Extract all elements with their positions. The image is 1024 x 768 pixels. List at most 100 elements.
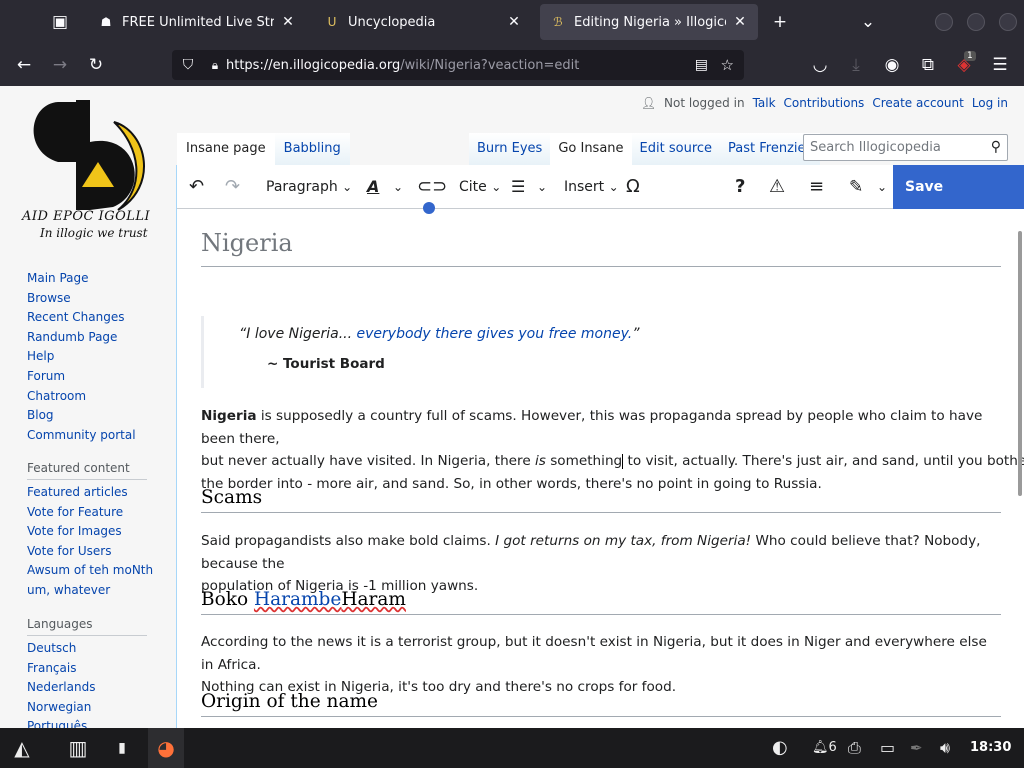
page-options-icon[interactable]: ≡ [809, 165, 824, 209]
close-tab-icon[interactable]: ✕ [280, 14, 296, 30]
download-icon[interactable]: ⤓ [844, 53, 868, 77]
save-changes-button[interactable]: Save changes... [893, 165, 1024, 239]
nav-featured-articles[interactable]: Featured articles [27, 483, 153, 503]
search-input[interactable]: Search Illogicopedia ⚲ [803, 134, 1008, 161]
maximize-button[interactable] [967, 13, 985, 31]
tab-edit-source[interactable]: Edit source [631, 133, 721, 165]
nav-um-whatever[interactable]: um, whatever [27, 581, 153, 601]
chevron-down-icon[interactable]: ⌄ [856, 10, 880, 34]
chevron-down-icon[interactable]: ⌄ [877, 165, 887, 209]
lock-icon[interactable]: 🔒︎ [204, 58, 226, 73]
nav-recent-changes[interactable]: Recent Changes [27, 308, 136, 328]
nav-vote-users[interactable]: Vote for Users [27, 542, 153, 562]
close-window-button[interactable] [999, 13, 1017, 31]
boko-paragraph[interactable]: According to the news it is a terrorist … [201, 631, 1001, 699]
tab-insane-page[interactable]: Insane page [177, 133, 275, 165]
sidebar: AID EPOC IGOLLI In illogic we trust Main… [0, 86, 176, 728]
featured-heading: Featured content [27, 461, 130, 475]
text-style-icon[interactable]: A [367, 165, 379, 209]
system-clock[interactable]: 18:30 [970, 728, 1011, 768]
pen-icon[interactable]: ✒ [910, 728, 923, 768]
edit-mode-pencil-icon[interactable]: ✎ [849, 165, 863, 209]
tab-burn-eyes[interactable]: Burn Eyes [469, 133, 551, 165]
back-arrow-icon[interactable]: ← [12, 53, 36, 77]
tab-list-icon[interactable]: ▣ [48, 10, 72, 34]
terminal-icon[interactable]: ▮ [108, 728, 136, 768]
firefox-icon[interactable]: ◕ [148, 728, 184, 768]
blockquote[interactable]: “I love Nigeria... everybody there gives… [201, 316, 981, 388]
obs-icon[interactable]: ◐ [772, 728, 796, 768]
special-character-icon[interactable]: Ω [626, 165, 640, 209]
address-bar[interactable]: ⛉ 🔒︎ https://en.illogicopedia.org/wiki/N… [172, 50, 744, 80]
nav-random-page[interactable]: Randumb Page [27, 328, 136, 348]
section-heading-scams[interactable]: Scams [201, 487, 1001, 513]
display-icon[interactable]: ▭ [880, 728, 895, 768]
nav-help[interactable]: Help [27, 347, 136, 367]
close-tab-icon[interactable]: ✕ [732, 14, 748, 30]
pocket-icon[interactable]: ◡ [808, 53, 832, 77]
nav-vote-feature[interactable]: Vote for Feature [27, 503, 153, 523]
cite-dropdown[interactable]: Cite ⌄ [459, 165, 501, 209]
shield-icon[interactable]: ⛉ [172, 57, 204, 73]
app-menu-icon[interactable]: ◭ [8, 728, 36, 768]
nav-chatroom[interactable]: Chatroom [27, 387, 136, 407]
list-icon[interactable]: ☰ [511, 165, 525, 209]
contributions-link[interactable]: Contributions [784, 96, 865, 110]
page-scrollbar[interactable] [1018, 231, 1022, 496]
reader-view-icon[interactable]: ▤ [695, 57, 708, 73]
tab-babbling[interactable]: Babbling [274, 133, 350, 165]
lang-portugues[interactable]: Português [27, 717, 95, 728]
italic-term: I got returns on my tax, from Nigeria! [495, 533, 752, 549]
search-icon[interactable]: ⚲ [991, 139, 1001, 155]
insert-dropdown[interactable]: Insert ⌄ [564, 165, 619, 209]
nav-community-portal[interactable]: Community portal [27, 426, 136, 446]
tab-uncyclopedia[interactable]: U Uncyclopedia ✕ [314, 4, 532, 40]
help-icon[interactable]: ? [735, 165, 745, 209]
reload-icon[interactable]: ↻ [84, 53, 108, 77]
lang-deutsch[interactable]: Deutsch [27, 639, 95, 659]
chevron-down-icon[interactable]: ⌄ [537, 165, 547, 209]
lang-nederlands[interactable]: Nederlands [27, 678, 95, 698]
intro-paragraph[interactable]: Nigeria is supposedly a country full of … [201, 405, 1024, 495]
page-title[interactable]: Nigeria [201, 229, 1001, 267]
file-manager-icon[interactable]: ▥ [64, 728, 92, 768]
link-context-dot[interactable] [423, 202, 435, 214]
hamburger-menu-icon[interactable]: ☰ [988, 53, 1012, 77]
nav-awsum-month[interactable]: Awsum of teh moNth [27, 561, 153, 581]
nav-blog[interactable]: Blog [27, 406, 136, 426]
nav-browse[interactable]: Browse [27, 289, 136, 309]
quote-link[interactable]: everybody there gives you free money. [357, 326, 633, 342]
paragraph-dropdown[interactable]: Paragraph ⌄ [266, 165, 352, 209]
warning-icon[interactable]: ⚠ [769, 165, 785, 209]
extensions-icon[interactable]: ⧉ [916, 53, 940, 77]
scams-paragraph[interactable]: Said propagandists also make bold claims… [201, 530, 1001, 598]
intro-line-2: but never actually have visited. In Nige… [201, 450, 1024, 473]
nav-main-page[interactable]: Main Page [27, 269, 136, 289]
tab-streaming[interactable]: ☗ FREE Unlimited Live Streamin ✕ [88, 4, 306, 40]
printer-icon[interactable]: ⎙ [848, 728, 861, 768]
tab-go-insane[interactable]: Go Insane [550, 133, 632, 165]
tab-editing-nigeria[interactable]: ℬ Editing Nigeria » Illogicopedia ✕ [540, 4, 758, 40]
create-account-link[interactable]: Create account [872, 96, 964, 110]
tab-title: FREE Unlimited Live Streamin [122, 14, 274, 30]
volume-icon[interactable]: 🔊︎ [940, 728, 950, 768]
chevron-down-icon[interactable]: ⌄ [393, 165, 403, 209]
undo-icon[interactable]: ↶ [189, 165, 204, 209]
minimize-button[interactable] [935, 13, 953, 31]
lang-norwegian[interactable]: Norwegian [27, 698, 95, 718]
nav-vote-images[interactable]: Vote for Images [27, 522, 153, 542]
nav-forum[interactable]: Forum [27, 367, 136, 387]
close-tab-icon[interactable]: ✕ [506, 14, 522, 30]
lang-francais[interactable]: Français [27, 659, 95, 679]
bookmark-star-icon[interactable]: ☆ [721, 56, 734, 74]
forward-arrow-icon[interactable]: → [48, 53, 72, 77]
section-heading-boko-haram[interactable]: Boko HarambeHaram [201, 589, 1001, 615]
new-tab-icon[interactable]: + [768, 10, 792, 34]
log-in-link[interactable]: Log in [972, 96, 1008, 110]
tab-title: Editing Nigeria » Illogicopedia [574, 14, 726, 30]
talk-link[interactable]: Talk [753, 96, 776, 110]
account-icon[interactable]: ◉ [880, 53, 904, 77]
redo-icon[interactable]: ↷ [225, 165, 240, 209]
notifications-indicator[interactable]: 🔔︎6 [812, 728, 837, 768]
section-heading-origin[interactable]: Origin of the name [201, 691, 1001, 717]
